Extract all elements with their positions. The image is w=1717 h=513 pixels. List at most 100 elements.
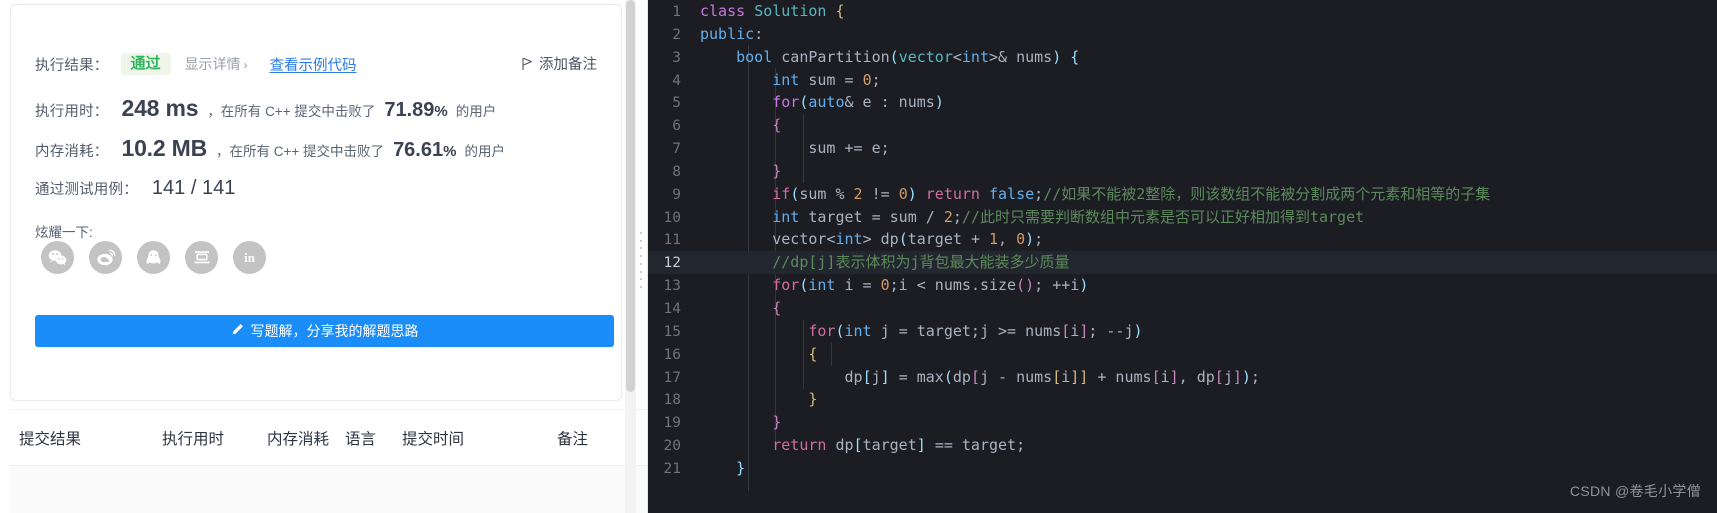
column-header-memory[interactable]: 内存消耗 [267,427,329,449]
view-sample-code-link[interactable]: 查看示例代码 [270,54,357,75]
line-number: 12 [663,255,681,272]
code-line[interactable]: 3 bool canPartition(vector<int>& nums) { [648,46,1717,69]
code-line[interactable]: 9 if(sum % 2 != 0) return false;//如果不能被2… [648,183,1717,206]
add-note-button[interactable]: 添加备注 [522,53,597,74]
code-line[interactable]: 15 for(int j = target;j >= nums[i]; --j) [648,320,1717,343]
code-line[interactable]: 17 dp[j] = max(dp[j - nums[i]] + nums[i]… [648,366,1717,389]
line-number: 6 [672,118,681,135]
code-line[interactable]: 18 } [648,388,1717,411]
runtime-percentile-number: 71.89 [384,99,435,121]
line-number: 9 [672,186,681,203]
line-number: 5 [672,95,681,112]
status-badge: 通过 [120,53,171,75]
wechat-icon[interactable] [41,241,74,274]
code-text: int sum = 0; [772,70,881,89]
column-header-runtime[interactable]: 执行用时 [162,427,224,449]
code-line[interactable]: 10 int target = sum / 2;//此时只需要判断数组中元素是否… [648,206,1717,229]
code-line[interactable]: 8 } [648,160,1717,183]
social-share-row: in [41,241,266,274]
code-text: return dp[target] == target; [772,436,1026,455]
splitter-grip-icon[interactable] [639,232,642,288]
submissions-table-body [10,465,648,513]
memory-value: 10.2 MB [121,135,208,161]
code-line[interactable]: 19 } [648,411,1717,434]
code-text: if(sum % 2 != 0) return false;//如果不能被2整除… [772,184,1491,203]
code-line[interactable]: 7 sum += e; [648,137,1717,160]
code-text: sum += e; [808,139,890,158]
column-header-note[interactable]: 备注 [557,427,588,449]
douban-icon[interactable] [185,241,218,274]
code-text: { [772,116,782,135]
memory-percentile-number: 76.61 [393,139,444,161]
code-text: } [772,413,782,432]
flag-icon [522,57,533,70]
column-header-result[interactable]: 提交结果 [19,427,81,449]
code-text: public: [700,24,764,43]
show-detail-link[interactable]: 显示详情 › [185,54,248,74]
code-line[interactable]: 13 for(int i = 0;i < nums.size(); ++i) [648,274,1717,297]
code-text: } [736,458,746,477]
line-number: 14 [663,300,681,317]
show-off-label: 炫耀一下: [35,225,93,240]
code-line[interactable]: 5 for(auto& e : nums) [648,91,1717,114]
line-number: 10 [663,209,681,226]
code-line[interactable]: 14 { [648,297,1717,320]
line-number: 20 [663,438,681,455]
code-text: } [808,390,818,409]
runtime-middle-text: ，在所有 C++ 提交中击败了 [207,104,376,119]
code-text: for(int i = 0;i < nums.size(); ++i) [772,276,1089,295]
line-number: 17 [663,369,681,386]
line-number: 11 [663,232,681,249]
submission-result-pane: 执行结果： 通过 显示详情 › 查看示例代码 添加备注 执行用时： 248 ms … [0,0,648,513]
qq-icon[interactable] [137,241,170,274]
memory-percent-sign: % [443,143,457,160]
code-text: for(auto& e : nums) [772,93,944,112]
line-number: 7 [672,141,681,158]
memory-tail-text: 的用户 [464,144,505,159]
code-text: int target = sum / 2;//此时只需要判断数组中元素是否可以正… [772,207,1365,226]
runtime-row: 执行用时： 248 ms ，在所有 C++ 提交中击败了 71.89% 的用户 [35,95,496,122]
line-number: 8 [672,163,681,180]
code-lines-container[interactable]: 1 class Solution { 2 public: 3 bool canParti… [648,0,1717,480]
code-text: { [772,298,782,317]
line-number: 19 [663,415,681,432]
column-header-submit-time[interactable]: 提交时间 [402,427,464,449]
code-line[interactable]: 2 public: [648,23,1717,46]
memory-label: 内存消耗： [35,144,109,160]
code-text: vector<int> dp(target + 1, 0); [772,230,1044,249]
execution-result-row: 执行结果： 通过 显示详情 › 查看示例代码 [35,53,357,75]
code-text: dp[j] = max(dp[j - nums[i]] + nums[i], d… [844,367,1260,386]
add-note-label: 添加备注 [539,57,597,73]
write-solution-button[interactable]: 写题解，分享我的解题思路 [35,315,614,347]
weibo-icon[interactable] [89,241,122,274]
code-line[interactable]: 1 class Solution { [648,0,1717,23]
code-line[interactable]: 11 vector<int> dp(target + 1, 0); [648,228,1717,251]
execution-result-label: 执行结果： [35,57,109,74]
code-line[interactable]: 20 return dp[target] == target; [648,434,1717,457]
line-number: 15 [663,323,681,340]
code-text: class Solution { [700,2,845,20]
line-number: 2 [672,26,681,43]
testcases-label: 通过测试用例： [35,182,138,198]
code-line[interactable]: 4 int sum = 0; [648,69,1717,92]
code-line[interactable]: 21 } [648,457,1717,480]
code-editor[interactable]: 1 class Solution { 2 public: 3 bool canParti… [648,0,1717,513]
line-number: 16 [663,346,681,363]
linkedin-letter: in [244,249,255,265]
testcases-value: 141 / 141 [151,177,236,199]
code-line[interactable]: 6 { [648,114,1717,137]
code-line[interactable]: 16 { [648,343,1717,366]
runtime-value: 248 ms [121,95,199,121]
column-header-language[interactable]: 语言 [345,427,376,449]
code-line[interactable]: 12 //dp[j]表示体积为j背包最大能装多少质量 [648,251,1717,275]
testcases-row: 通过测试用例： 141 / 141 [35,177,235,200]
scrollbar-thumb[interactable] [626,0,635,392]
chevron-right-icon: › [243,58,248,72]
page-root: 执行结果： 通过 显示详情 › 查看示例代码 添加备注 执行用时： 248 ms … [0,0,1717,513]
linkedin-icon[interactable]: in [233,241,266,274]
show-detail-label: 显示详情 [184,56,241,72]
watermark: CSDN @卷毛小学僧 [1569,483,1701,499]
runtime-percentile: 71.89% [384,99,447,122]
runtime-tail-text: 的用户 [455,104,497,119]
runtime-label: 执行用时： [35,104,109,120]
